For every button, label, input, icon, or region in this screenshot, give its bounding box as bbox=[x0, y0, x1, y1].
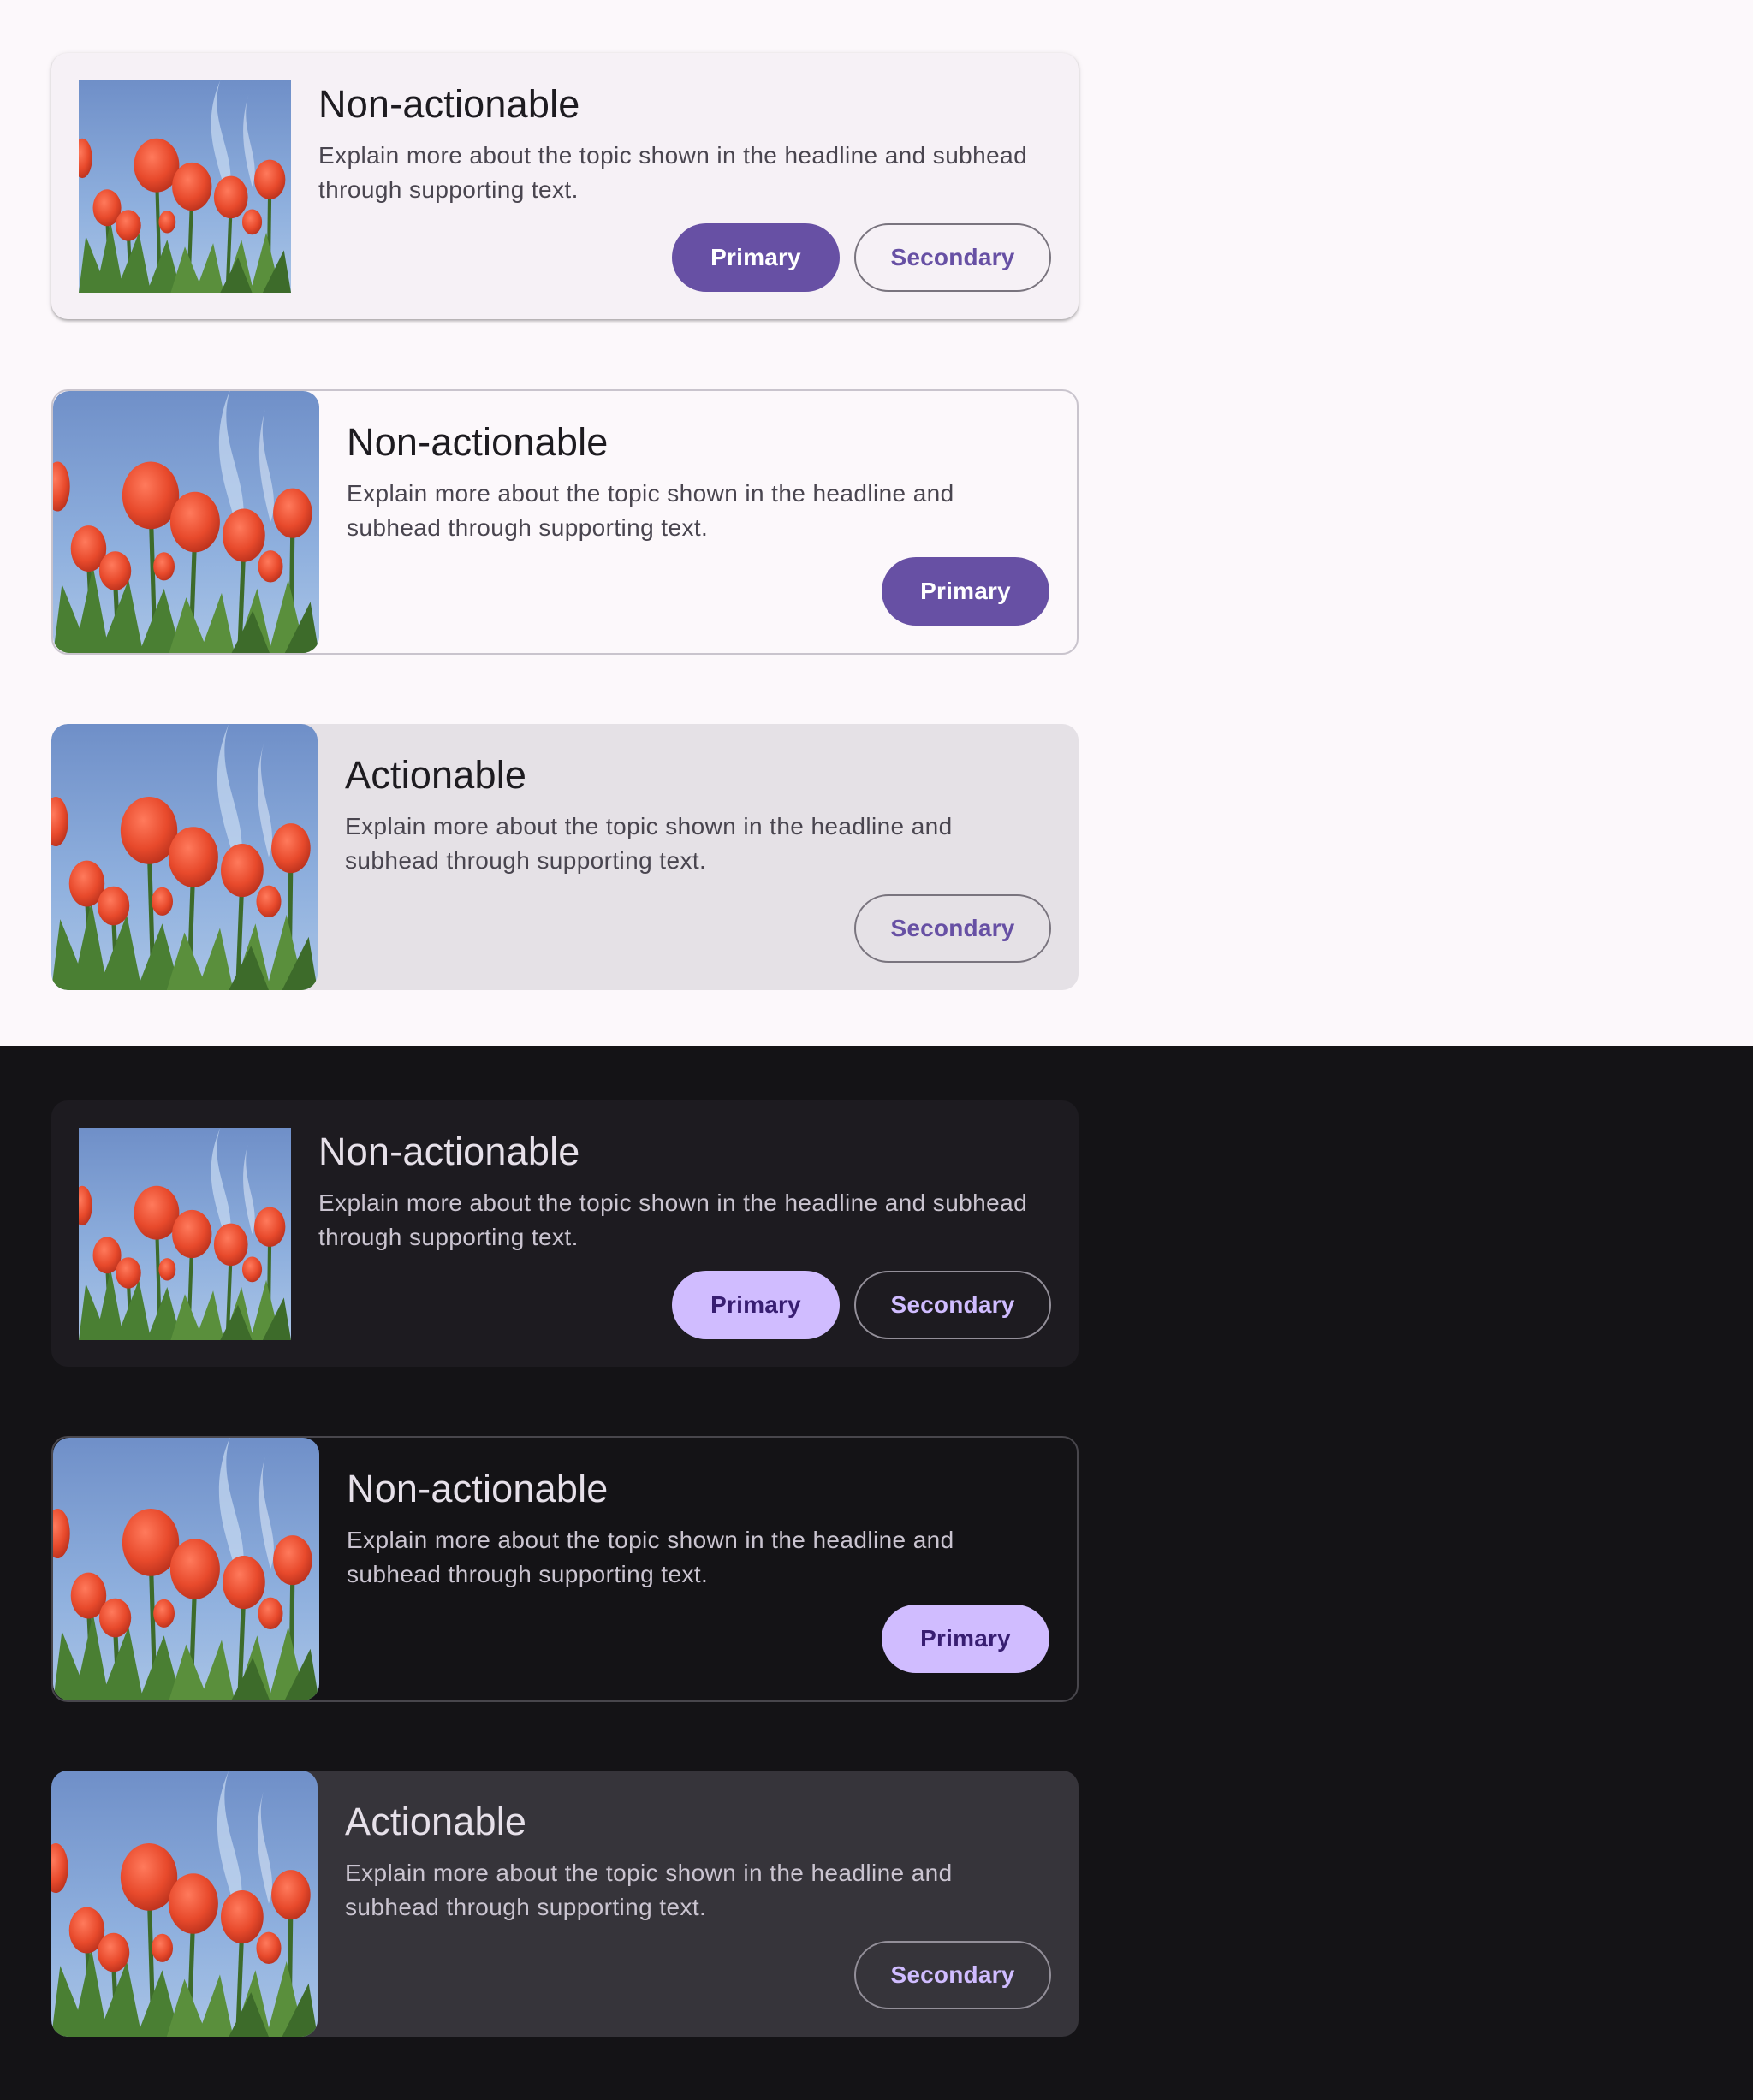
card-headline: Non-actionable bbox=[347, 1467, 609, 1510]
card-supporting-text: Explain more about the topic shown in th… bbox=[347, 1527, 954, 1587]
secondary-button[interactable]: Secondary bbox=[854, 1271, 1051, 1339]
card-actions: Secondary bbox=[854, 1941, 1051, 2009]
card-content: Actionable Explain more about the topic … bbox=[345, 1796, 1051, 1925]
card-headline: Non-actionable bbox=[318, 82, 580, 126]
card-content: Actionable Explain more about the topic … bbox=[345, 750, 1051, 878]
card-headline: Actionable bbox=[345, 1800, 527, 1843]
card-supporting-text: Explain more about the topic shown in th… bbox=[345, 813, 953, 874]
card-actions: Primary Secondary bbox=[672, 223, 1051, 292]
card-headline: Actionable bbox=[345, 753, 527, 797]
tulip-photo bbox=[51, 724, 318, 990]
elevated-card-dark: Non-actionable Explain more about the to… bbox=[51, 1100, 1079, 1367]
dark-theme-section: Non-actionable Explain more about the to… bbox=[0, 1046, 1753, 2100]
tulip-photo bbox=[53, 1438, 319, 1700]
card-supporting-text: Explain more about the topic shown in th… bbox=[318, 1189, 1028, 1250]
outlined-card-light: Non-actionable Explain more about the to… bbox=[51, 389, 1079, 655]
secondary-button[interactable]: Secondary bbox=[854, 223, 1051, 292]
card-headline: Non-actionable bbox=[318, 1130, 580, 1173]
card-content: Non-actionable Explain more about the to… bbox=[318, 1126, 1051, 1255]
card-actions: Primary bbox=[882, 557, 1049, 626]
card-content: Non-actionable Explain more about the to… bbox=[318, 79, 1051, 207]
outlined-card-dark: Non-actionable Explain more about the to… bbox=[51, 1436, 1079, 1702]
primary-button[interactable]: Primary bbox=[672, 223, 840, 292]
actionable-filled-card-dark[interactable]: Actionable Explain more about the topic … bbox=[51, 1771, 1079, 2037]
secondary-button[interactable]: Secondary bbox=[854, 894, 1051, 963]
card-actions: Secondary bbox=[854, 894, 1051, 963]
tulip-photo bbox=[79, 80, 291, 293]
card-headline: Non-actionable bbox=[347, 420, 609, 464]
card-supporting-text: Explain more about the topic shown in th… bbox=[318, 142, 1028, 203]
elevated-card-light: Non-actionable Explain more about the to… bbox=[51, 53, 1079, 319]
tulip-photo bbox=[79, 1128, 291, 1340]
card-actions: Primary bbox=[882, 1605, 1049, 1673]
primary-button[interactable]: Primary bbox=[882, 1605, 1049, 1673]
primary-button[interactable]: Primary bbox=[882, 557, 1049, 626]
primary-button[interactable]: Primary bbox=[672, 1271, 840, 1339]
card-content: Non-actionable Explain more about the to… bbox=[347, 417, 1049, 545]
secondary-button[interactable]: Secondary bbox=[854, 1941, 1051, 2009]
card-content: Non-actionable Explain more about the to… bbox=[347, 1463, 1049, 1592]
card-supporting-text: Explain more about the topic shown in th… bbox=[345, 1860, 953, 1920]
tulip-photo bbox=[53, 391, 319, 653]
card-actions: Primary Secondary bbox=[672, 1271, 1051, 1339]
light-theme-section: Non-actionable Explain more about the to… bbox=[0, 0, 1753, 1046]
actionable-filled-card-light[interactable]: Actionable Explain more about the topic … bbox=[51, 724, 1079, 990]
card-supporting-text: Explain more about the topic shown in th… bbox=[347, 480, 954, 541]
tulip-photo bbox=[51, 1771, 318, 2037]
